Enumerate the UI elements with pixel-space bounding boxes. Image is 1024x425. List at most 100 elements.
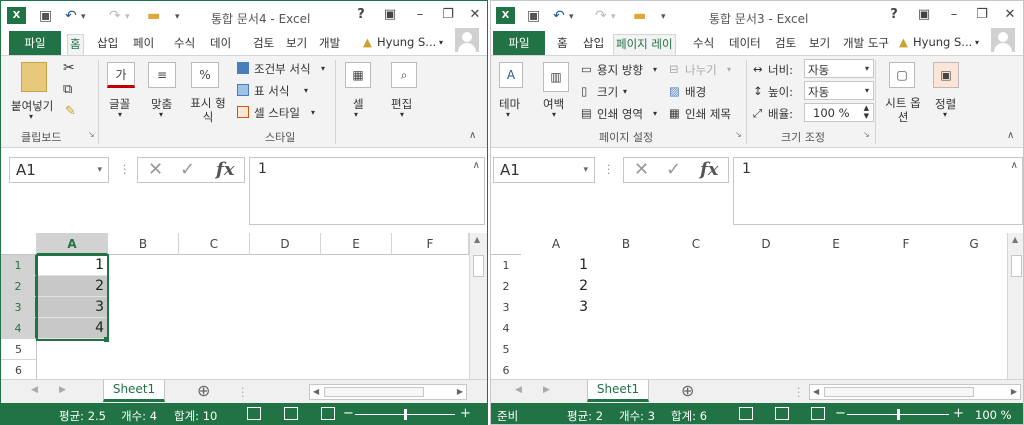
row-header-6[interactable]: 6 xyxy=(1,360,37,381)
vertical-scrollbar[interactable]: ▲ xyxy=(469,233,487,379)
horizontal-scrollbar[interactable]: ◀ ▶ xyxy=(309,384,467,400)
zoom-level[interactable]: 100 % xyxy=(975,408,1012,422)
hscroll-thumb[interactable] xyxy=(824,387,974,397)
tab-view[interactable]: 보기 xyxy=(284,34,309,55)
tab-developer[interactable]: 개발 도구 xyxy=(841,34,891,55)
tab-page-layout[interactable]: 페이 xyxy=(131,34,156,55)
print-titles-button[interactable]: 인쇄 제목 xyxy=(685,106,731,122)
hscroll-thumb[interactable] xyxy=(324,387,424,397)
background-icon[interactable]: ▨ xyxy=(669,84,680,98)
close-button[interactable]: ✕ xyxy=(1001,7,1019,22)
tab-home[interactable]: 홈 xyxy=(555,34,570,55)
redo-dropdown-icon[interactable]: ▾ xyxy=(611,12,616,22)
column-header-b[interactable]: B xyxy=(108,233,179,255)
scroll-up-icon[interactable]: ▲ xyxy=(1012,235,1018,244)
user-name[interactable]: Hyung S... xyxy=(913,35,972,49)
print-titles-icon[interactable]: ▦ xyxy=(669,106,680,120)
formula-input[interactable]: 1 ∧ xyxy=(733,157,1023,225)
row-header-2[interactable]: 2 xyxy=(1,276,37,297)
new-sheet-icon[interactable]: ⊕ xyxy=(681,381,694,400)
tab-home[interactable]: 홈 xyxy=(67,34,84,55)
tab-developer[interactable]: 개발 xyxy=(317,34,342,55)
size-icon[interactable]: ▯ xyxy=(581,84,587,98)
row-header-6[interactable]: 6 xyxy=(491,360,521,381)
name-box[interactable]: A1 ▾ xyxy=(493,157,595,183)
zoom-thumb[interactable] xyxy=(404,409,407,420)
paste-icon[interactable] xyxy=(21,62,47,92)
row-header-1[interactable]: 1 xyxy=(491,255,521,276)
tab-view[interactable]: 보기 xyxy=(807,34,832,55)
scroll-up-icon[interactable]: ▲ xyxy=(474,235,480,244)
tab-formulas[interactable]: 수식 xyxy=(172,34,197,55)
scale-stepper-icon[interactable]: ▲ ▼ xyxy=(864,104,869,120)
alignment-dropdown-icon[interactable]: ▾ xyxy=(159,110,163,119)
tab-review[interactable]: 검토 xyxy=(251,34,276,55)
column-header-a[interactable]: A xyxy=(37,233,108,255)
row-header-4[interactable]: 4 xyxy=(491,318,521,339)
column-header-e[interactable]: E xyxy=(321,233,392,255)
worksheet-grid[interactable]: A B C D E F 1 2 3 4 5 6 1 2 3 4 ▲ xyxy=(1,233,487,381)
undo-icon[interactable]: ↶ xyxy=(65,8,77,24)
table-format-icon[interactable] xyxy=(237,84,249,96)
background-button[interactable]: 배경 xyxy=(685,84,706,100)
prev-sheet-icon[interactable]: ◀ xyxy=(515,385,522,395)
conditional-format-button[interactable]: 조건부 서식 xyxy=(254,61,311,77)
fill-handle[interactable] xyxy=(104,337,109,342)
orientation-button[interactable]: 용지 방향 xyxy=(597,62,643,78)
scroll-left-icon[interactable]: ◀ xyxy=(813,387,819,396)
format-as-table-dropdown-icon[interactable]: ▾ xyxy=(304,86,308,95)
arrange-dropdown-icon[interactable]: ▾ xyxy=(943,110,947,119)
row-header-4[interactable]: 4 xyxy=(1,318,37,339)
cancel-icon[interactable]: ✕ xyxy=(148,158,163,182)
row-header-5[interactable]: 5 xyxy=(1,339,37,360)
avatar[interactable] xyxy=(991,28,1015,52)
cells-icon[interactable]: ▦ xyxy=(345,62,371,88)
user-name[interactable]: Hyung S... xyxy=(377,35,436,49)
next-sheet-icon[interactable]: ▶ xyxy=(543,385,550,395)
conditional-format-dropdown-icon[interactable]: ▾ xyxy=(321,64,325,73)
size-dropdown-icon[interactable]: ▾ xyxy=(623,87,627,96)
vertical-scrollbar[interactable]: ▲ xyxy=(1007,233,1023,379)
copy-icon[interactable]: ⧉ xyxy=(63,82,72,97)
name-box[interactable]: A1 ▾ xyxy=(9,157,109,183)
row-header-5[interactable]: 5 xyxy=(491,339,521,360)
customize-qat-icon[interactable]: ▾ xyxy=(661,12,666,22)
select-all-corner[interactable] xyxy=(491,233,521,255)
horizontal-scrollbar[interactable]: ◀ ▶ xyxy=(809,384,1021,400)
print-area-icon[interactable]: ▤ xyxy=(581,106,592,120)
minimize-button[interactable]: – xyxy=(411,7,429,22)
cell-styles-dropdown-icon[interactable]: ▾ xyxy=(311,108,315,117)
size-button[interactable]: 크기 xyxy=(597,84,618,100)
enter-icon[interactable]: ✓ xyxy=(666,158,681,182)
zoom-out-icon[interactable]: − xyxy=(835,406,846,421)
zoom-thumb[interactable] xyxy=(897,409,900,420)
tab-page-layout[interactable]: 페이지 레이 xyxy=(613,34,676,55)
page-break-view-icon[interactable] xyxy=(811,407,825,420)
column-header-d[interactable]: D xyxy=(731,233,801,255)
new-sheet-icon[interactable]: ⊕ xyxy=(197,381,210,400)
redo-icon[interactable]: ↷ xyxy=(595,8,607,24)
height-select[interactable]: 자동 ▾ xyxy=(804,81,874,100)
redo-dropdown-icon[interactable]: ▾ xyxy=(125,12,130,22)
collapse-ribbon-icon[interactable]: ∧ xyxy=(469,130,476,141)
restore-button[interactable]: ❐ xyxy=(973,7,991,22)
cell-a3[interactable]: 3 xyxy=(521,297,591,318)
tab-file[interactable]: 파일 xyxy=(493,31,545,55)
tab-review[interactable]: 검토 xyxy=(773,34,798,55)
insert-function-icon[interactable]: fx xyxy=(700,158,718,182)
ribbon-display-icon[interactable]: ▣ xyxy=(915,7,933,22)
scroll-right-icon[interactable]: ▶ xyxy=(1011,387,1017,396)
row-header-1[interactable]: 1 xyxy=(1,255,37,276)
margins-icon[interactable]: ▥ xyxy=(543,62,569,92)
customize-qat-icon[interactable]: ▾ xyxy=(175,12,180,22)
sheet-tab-sheet1[interactable]: Sheet1 xyxy=(587,380,649,402)
page-layout-view-icon[interactable] xyxy=(775,407,789,420)
width-select[interactable]: 자동 ▾ xyxy=(804,59,874,78)
restore-button[interactable]: ❐ xyxy=(439,7,457,22)
enter-icon[interactable]: ✓ xyxy=(180,158,195,182)
sheet-options-icon[interactable]: ▢ xyxy=(889,62,915,88)
column-header-f[interactable]: F xyxy=(392,233,469,255)
column-header-g[interactable]: G xyxy=(941,233,1007,255)
select-all-corner[interactable] xyxy=(1,233,37,255)
collapse-formula-bar-icon[interactable]: ∧ xyxy=(473,160,480,171)
